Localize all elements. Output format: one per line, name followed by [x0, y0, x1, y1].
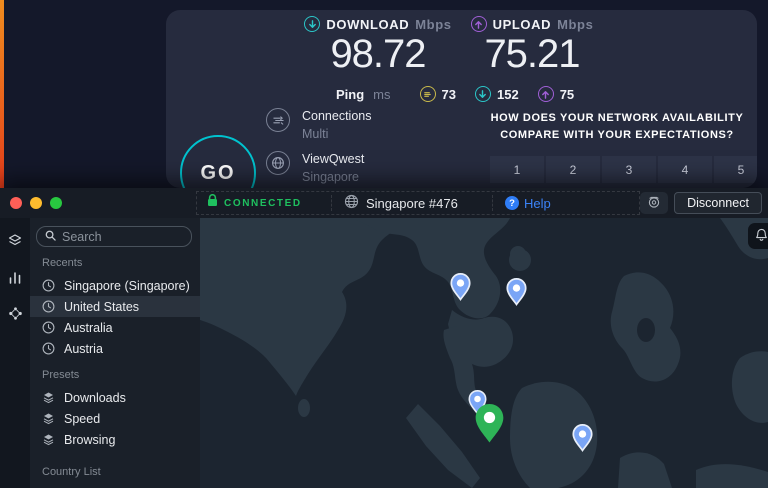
zoom-window-button[interactable]	[50, 197, 62, 209]
recents-section-label: Recents	[42, 257, 200, 269]
preset-layers-icon	[42, 412, 55, 425]
recent-item-label: Singapore (Singapore)	[64, 279, 190, 293]
rating-button-2[interactable]: 2	[546, 156, 600, 183]
vpn-window: CONNECTED Singapore #476 ? Help	[0, 188, 768, 488]
rating-button-3[interactable]: 3	[602, 156, 656, 183]
recent-item-label: United States	[64, 300, 139, 314]
notifications-button[interactable]	[748, 223, 768, 249]
help-question-icon: ?	[505, 196, 519, 210]
rating-button-1[interactable]: 1	[490, 156, 544, 183]
map-pin-green-connected[interactable]	[474, 403, 505, 449]
clock-icon	[42, 300, 55, 313]
ping-upload-icon	[538, 86, 554, 102]
map-pin-blue[interactable]	[506, 278, 527, 311]
download-arrow-icon	[304, 16, 320, 32]
recent-item-singapore[interactable]: Singapore (Singapore)	[30, 275, 200, 296]
download-label: DOWNLOAD	[326, 17, 409, 32]
connection-status-label: CONNECTED	[224, 198, 302, 209]
ping-upload-value: 75	[560, 87, 574, 102]
provider-location[interactable]: Singapore	[302, 170, 364, 184]
recent-item-united-states[interactable]: United States	[30, 296, 200, 317]
ping-unit: ms	[373, 87, 390, 102]
preset-item-downloads[interactable]: Downloads	[30, 387, 200, 408]
stats-nav-icon[interactable]	[6, 268, 24, 286]
layers-nav-icon[interactable]	[6, 232, 24, 250]
rating-button-4[interactable]: 4	[658, 156, 712, 183]
provider-name: ViewQwest	[302, 151, 364, 166]
minimize-window-button[interactable]	[30, 197, 42, 209]
speedtest-panel: DOWNLOAD Mbps 98.72 UPLOAD Mbps 75.21 Pi…	[166, 10, 757, 188]
traffic-lights	[10, 197, 62, 209]
network-nav-icon[interactable]	[6, 304, 24, 322]
ping-idle-value: 73	[442, 87, 456, 102]
speedtest-accent-strip	[0, 0, 4, 188]
close-window-button[interactable]	[10, 197, 22, 209]
map-pin-blue[interactable]	[572, 424, 593, 457]
clock-icon	[42, 321, 55, 334]
preset-item-label: Browsing	[64, 433, 115, 447]
nav-rail	[0, 218, 30, 488]
recent-item-label: Australia	[64, 321, 113, 335]
disconnect-button[interactable]: Disconnect	[674, 192, 762, 214]
country-list-section-label: Country List	[42, 466, 200, 478]
go-button[interactable]: GO	[180, 135, 256, 188]
survey-ratings: 1 2 3 4 5	[490, 156, 757, 183]
ping-label: Ping	[336, 87, 364, 102]
search-input[interactable]	[62, 230, 183, 244]
globe-icon	[266, 151, 290, 175]
preset-layers-icon	[42, 391, 55, 404]
upload-arrow-icon	[471, 16, 487, 32]
upload-unit: Mbps	[557, 17, 593, 32]
ping-idle-icon	[420, 86, 436, 102]
preset-layers-icon	[42, 433, 55, 446]
download-value: 98.72	[293, 32, 463, 76]
clock-icon	[42, 342, 55, 355]
connections-label: Connections	[302, 108, 372, 123]
speedtest-window: DOWNLOAD Mbps 98.72 UPLOAD Mbps 75.21 Pi…	[0, 0, 768, 188]
recent-item-label: Austria	[64, 342, 103, 356]
recent-item-australia[interactable]: Australia	[30, 317, 200, 338]
survey-question: HOW DOES YOUR NETWORK AVAILABILITY COMPA…	[466, 110, 757, 144]
presets-section-label: Presets	[42, 369, 200, 381]
bell-icon	[755, 228, 768, 245]
server-name: Singapore #476	[366, 196, 458, 211]
upload-label: UPLOAD	[493, 17, 552, 32]
recent-item-austria[interactable]: Austria	[30, 338, 200, 359]
clock-icon	[42, 279, 55, 292]
lock-icon	[207, 194, 218, 212]
connections-info: Connections Multi	[266, 108, 372, 141]
current-server[interactable]: Singapore #476	[332, 194, 492, 212]
search-icon	[45, 228, 56, 246]
search-box[interactable]	[36, 226, 192, 247]
vpn-body: Recents Singapore (Singapore) United Sta…	[0, 218, 768, 488]
map-pin-blue[interactable]	[450, 273, 471, 306]
camera-icon	[647, 195, 661, 212]
connections-value[interactable]: Multi	[302, 127, 372, 141]
upload-value: 75.21	[447, 32, 617, 76]
screen: DOWNLOAD Mbps 98.72 UPLOAD Mbps 75.21 Pi…	[0, 0, 768, 488]
rating-button-5[interactable]: 5	[714, 156, 757, 183]
titlebar-status-group: CONNECTED Singapore #476 ? Help	[196, 191, 640, 215]
preset-item-browsing[interactable]: Browsing	[30, 429, 200, 450]
preset-item-label: Speed	[64, 412, 100, 426]
download-metric: DOWNLOAD Mbps 98.72	[293, 16, 463, 76]
connection-status: CONNECTED	[197, 194, 331, 212]
world-map[interactable]	[200, 218, 768, 488]
preset-item-speed[interactable]: Speed	[30, 408, 200, 429]
help-button[interactable]: ? Help	[493, 196, 563, 211]
preset-item-label: Downloads	[64, 391, 126, 405]
vpn-titlebar: CONNECTED Singapore #476 ? Help	[0, 188, 768, 218]
survey-block: HOW DOES YOUR NETWORK AVAILABILITY COMPA…	[466, 110, 757, 183]
provider-info: ViewQwest Singapore	[266, 151, 364, 184]
camera-button[interactable]	[640, 192, 668, 214]
help-label: Help	[524, 196, 551, 211]
server-sidebar: Recents Singapore (Singapore) United Sta…	[30, 218, 200, 488]
ping-download-value: 152	[497, 87, 519, 102]
ping-download-icon	[475, 86, 491, 102]
connections-icon	[266, 108, 290, 132]
server-globe-icon	[344, 194, 359, 212]
upload-metric: UPLOAD Mbps 75.21	[447, 16, 617, 76]
ping-row: Ping ms 73 152	[336, 86, 574, 102]
